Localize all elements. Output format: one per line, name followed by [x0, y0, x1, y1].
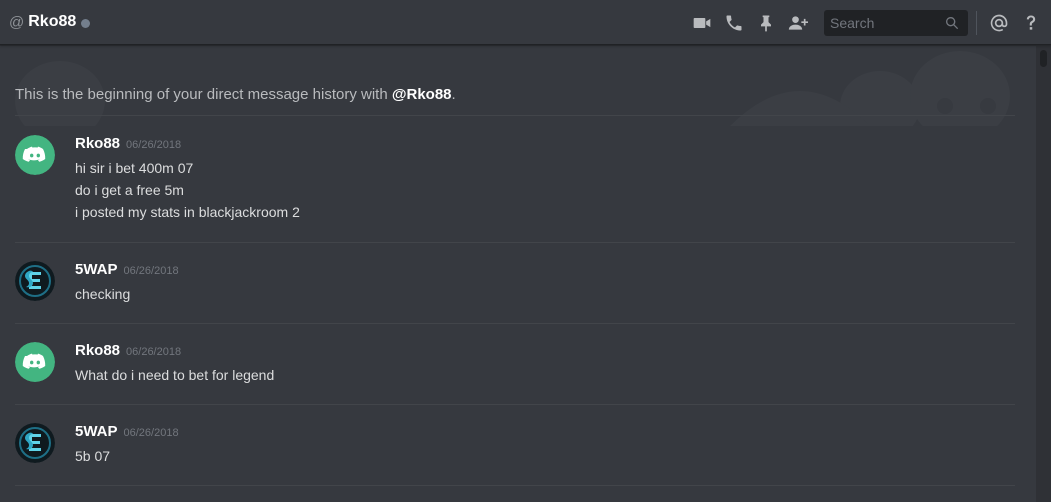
header-toolbar	[690, 0, 1051, 45]
message-text: do i get a free 5m	[75, 182, 184, 198]
avatar[interactable]	[15, 261, 55, 301]
message-list[interactable]: This is the beginning of your direct mes…	[0, 46, 1036, 502]
dm-recipient-name[interactable]: Rko88	[28, 13, 76, 31]
status-indicator	[81, 18, 91, 28]
message-author[interactable]: Rko88 06/26/2018	[75, 342, 181, 359]
timestamp: 06/26/2018	[123, 265, 179, 277]
avatar[interactable]	[15, 423, 55, 463]
mention-icon[interactable]	[987, 11, 1011, 35]
avatar[interactable]	[15, 342, 55, 382]
at-icon: @	[9, 13, 25, 31]
scrollbar[interactable]	[1036, 46, 1051, 502]
search-icon[interactable]	[944, 15, 960, 31]
divider	[15, 115, 1015, 116]
message-text: checking	[75, 286, 131, 302]
author-name[interactable]: Rko88	[75, 342, 120, 359]
intro-text: This is the beginning of your direct mes…	[15, 86, 392, 103]
video-call-icon[interactable]	[690, 11, 714, 35]
dm-window: @ Rko88 Search This is the beginning of …	[0, 0, 1051, 502]
search-input[interactable]	[824, 14, 942, 31]
pin-icon[interactable]	[754, 11, 778, 35]
search-box[interactable]	[824, 9, 968, 36]
message-text: hi sir i bet 400m 07	[75, 160, 194, 176]
message-text: i posted my stats in blackjackroom 2	[75, 204, 300, 220]
divider	[15, 242, 1015, 243]
help-icon[interactable]	[1019, 11, 1043, 35]
channel-header: @ Rko88	[0, 0, 1051, 45]
message-author[interactable]: 5WAP 06/26/2018	[75, 423, 179, 440]
author-name[interactable]: Rko88	[75, 135, 120, 152]
message-text: 5b 07	[75, 448, 111, 464]
divider	[15, 323, 1015, 324]
timestamp: 06/26/2018	[123, 427, 179, 439]
author-name[interactable]: 5WAP	[75, 423, 118, 440]
avatar[interactable]	[15, 135, 55, 175]
author-name[interactable]: 5WAP	[75, 261, 118, 278]
message-text: What do i need to bet for legend	[75, 367, 275, 383]
divider	[15, 485, 1015, 486]
toolbar-divider	[976, 10, 977, 35]
voice-call-icon[interactable]	[722, 11, 746, 35]
intro-suffix: .	[451, 86, 456, 103]
dm-intro: This is the beginning of your direct mes…	[15, 86, 456, 103]
add-friend-icon[interactable]	[786, 11, 810, 35]
message-author[interactable]: Rko88 06/26/2018	[75, 135, 181, 152]
divider	[15, 404, 1015, 405]
timestamp: 06/26/2018	[126, 139, 182, 151]
scrollbar-thumb[interactable]	[1040, 50, 1047, 67]
message-author[interactable]: 5WAP 06/26/2018	[75, 261, 179, 278]
intro-handle[interactable]: @Rko88	[392, 86, 452, 103]
timestamp: 06/26/2018	[126, 346, 182, 358]
